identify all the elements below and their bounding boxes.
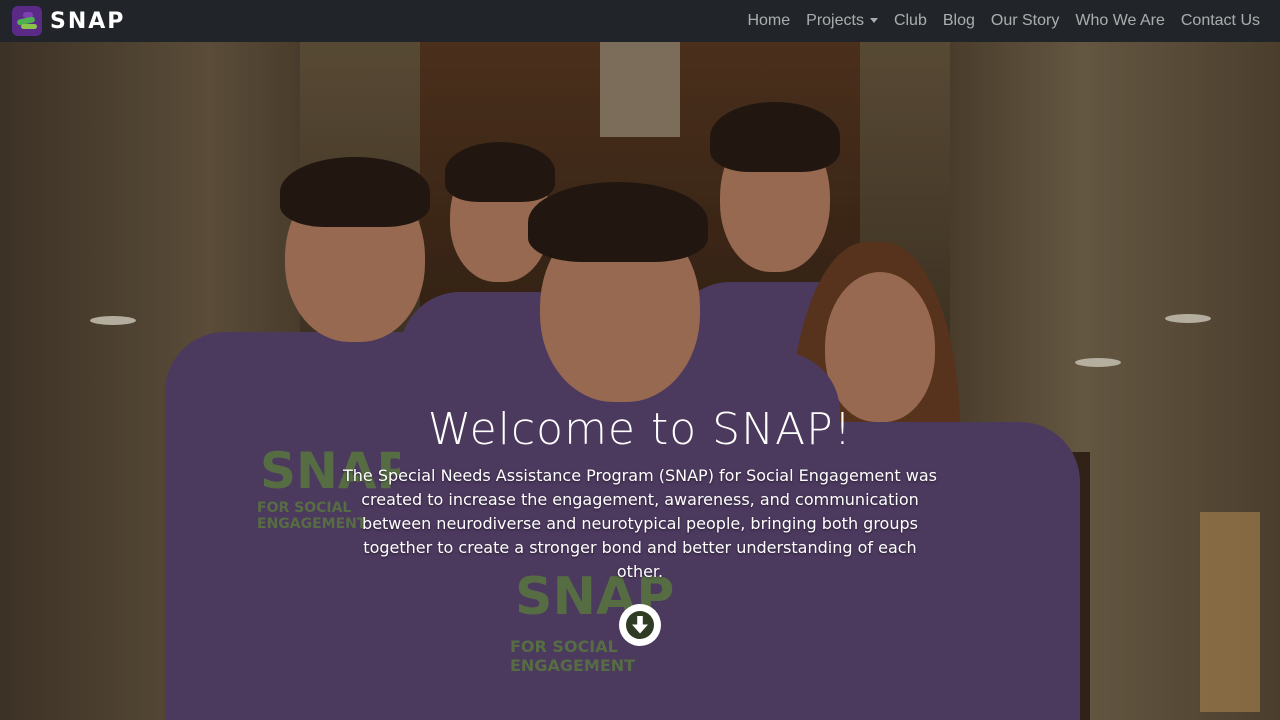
top-navbar: SNAP Home Projects Club Blog Our Story W… (0, 0, 1280, 42)
scroll-down-button[interactable] (619, 604, 661, 646)
nav-item-who-we-are[interactable]: Who We Are (1067, 12, 1173, 30)
nav-item-projects[interactable]: Projects (798, 12, 886, 30)
brand-name: SNAP (50, 8, 126, 34)
nav-item-contact-us[interactable]: Contact Us (1173, 12, 1268, 30)
arrow-down-circle-icon (626, 611, 654, 639)
nav-item-home[interactable]: Home (739, 12, 798, 30)
hero-description: The Special Needs Assistance Program (SN… (342, 466, 937, 581)
brand-link[interactable]: SNAP (12, 6, 125, 36)
nav-menu: Home Projects Club Blog Our Story Who We… (739, 12, 1268, 30)
nav-item-club[interactable]: Club (886, 12, 935, 30)
hero-content: Welcome to SNAP! The Special Needs Assis… (340, 402, 940, 646)
chevron-down-icon (869, 18, 878, 24)
nav-item-projects-label: Projects (806, 12, 864, 29)
snap-logo-icon (12, 6, 42, 36)
hero-title: Welcome to SNAP! (427, 404, 853, 455)
nav-item-blog[interactable]: Blog (935, 12, 983, 30)
nav-item-our-story[interactable]: Our Story (983, 12, 1067, 30)
hero-section: SNAP FOR SOCIAL ENGAGEMENT SNAP FOR SOCI… (0, 42, 1280, 720)
